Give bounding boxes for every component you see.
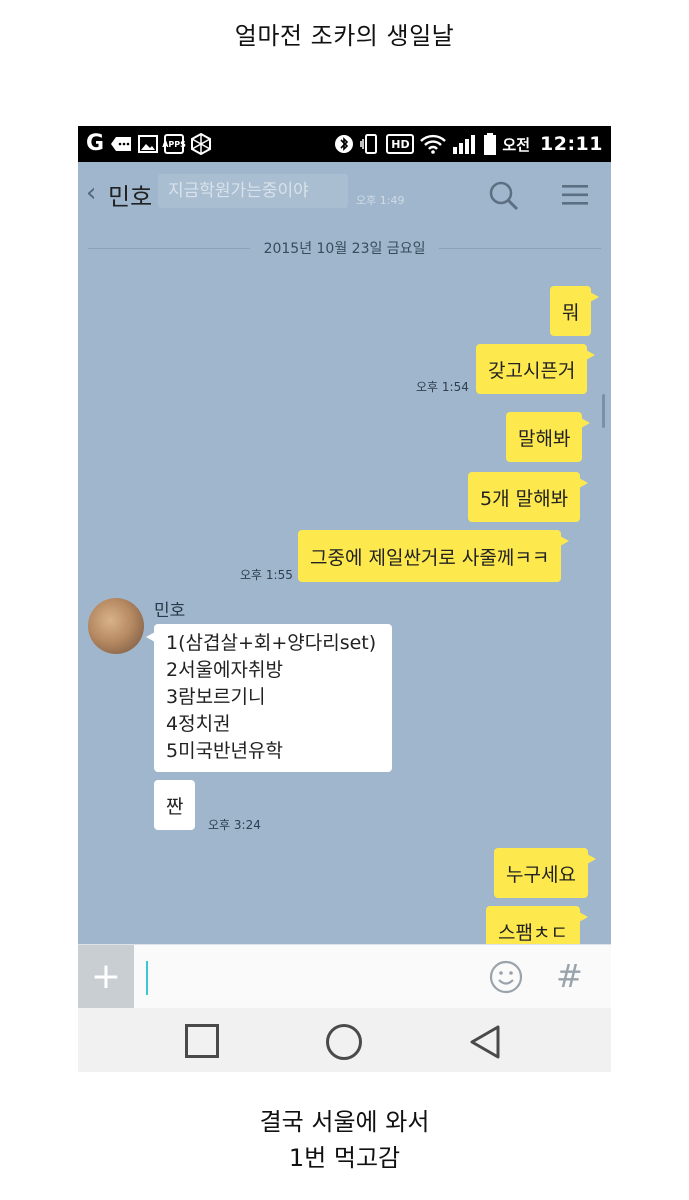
message-bubble[interactable]: 그중에 제일싼거로 사줄께ㅋㅋ [298, 530, 570, 582]
list-item: 4정치권 [166, 713, 231, 735]
message-time: 오후 1:54 [416, 380, 469, 394]
chat-header: 지금학원가는중이야 오후 1:49 ‹ 민호 [78, 162, 611, 226]
phone-screenshot: G APPS HD 오전 12:11 지금학원가는중이야 오후 1:49 ‹ 민… [78, 126, 611, 1072]
message-bubble[interactable]: 뭐 [550, 286, 601, 336]
message-bubble[interactable]: 말해봐 [506, 412, 591, 462]
apps-icon: APPS [162, 134, 186, 154]
back-button[interactable]: ‹ [86, 178, 96, 208]
message-icon [110, 136, 132, 152]
carrier-logo-icon: G [86, 131, 105, 156]
recent-apps-icon[interactable] [185, 1024, 219, 1058]
battery-icon [484, 133, 497, 155]
network-sync-icon [190, 133, 212, 155]
list-item: 2서울에자취방 [166, 659, 283, 681]
home-icon[interactable] [326, 1024, 362, 1060]
menu-icon[interactable] [562, 184, 588, 210]
bottom-caption-line2: 1번 먹고감 [288, 1144, 401, 1172]
date-divider: 2015년 10월 23일 금요일 [88, 238, 602, 258]
back-triangle-icon[interactable] [468, 1024, 502, 1064]
avatar[interactable] [88, 598, 144, 654]
hd-voice-icon: HD [386, 134, 415, 154]
bottom-caption: 결국 서울에 와서 1번 먹고감 [0, 1104, 689, 1176]
contact-name: 민호 [108, 183, 153, 211]
message-input-bar: + # [78, 944, 611, 1009]
attach-plus-button[interactable]: + [78, 945, 134, 1009]
message-bubble-list[interactable]: 1(삼겹살+회+양다리set) 2서울에자취방 3람보르기니 4정치권 5미국반… [146, 624, 392, 772]
notification-preview: 지금학원가는중이야 [158, 174, 348, 208]
message-bubble[interactable]: 짠 [154, 780, 196, 830]
message-bubble[interactable]: 갖고시픈거 [476, 344, 596, 394]
search-icon[interactable] [488, 180, 520, 216]
hashtag-search-button[interactable]: # [556, 957, 583, 995]
signal-icon [452, 134, 478, 154]
bottom-caption-line1: 결국 서울에 와서 [259, 1108, 430, 1136]
bluetooth-icon [334, 134, 354, 154]
message-bubble[interactable]: 누구세요 [494, 848, 596, 898]
scrollbar[interactable] [602, 394, 605, 428]
android-nav-bar [78, 1008, 611, 1072]
message-time: 오후 3:24 [208, 818, 261, 832]
list-item: 3람보르기니 [166, 686, 266, 708]
wifi-icon [420, 134, 447, 154]
message-time: 오후 1:55 [240, 568, 293, 582]
message-bubble[interactable]: 5개 말해봐 [468, 472, 589, 522]
list-item: 1(삼겹살+회+양다리set) [166, 632, 377, 654]
date-label: 2015년 10월 23일 금요일 [263, 241, 426, 257]
sender-name: 민호 [154, 601, 186, 621]
status-ampm: 오전 [502, 135, 531, 154]
vibrate-icon [360, 133, 380, 155]
notification-time: 오후 1:49 [356, 194, 405, 207]
text-caret [146, 961, 148, 995]
status-time: 12:11 [540, 133, 603, 155]
message-input[interactable] [138, 955, 468, 999]
top-caption: 얼마전 조카의 생일날 [234, 22, 455, 50]
gallery-icon [138, 135, 159, 153]
list-item: 5미국반년유학 [166, 740, 283, 762]
emoticon-icon[interactable] [488, 959, 524, 999]
status-bar: G APPS HD 오전 12:11 [78, 126, 611, 162]
